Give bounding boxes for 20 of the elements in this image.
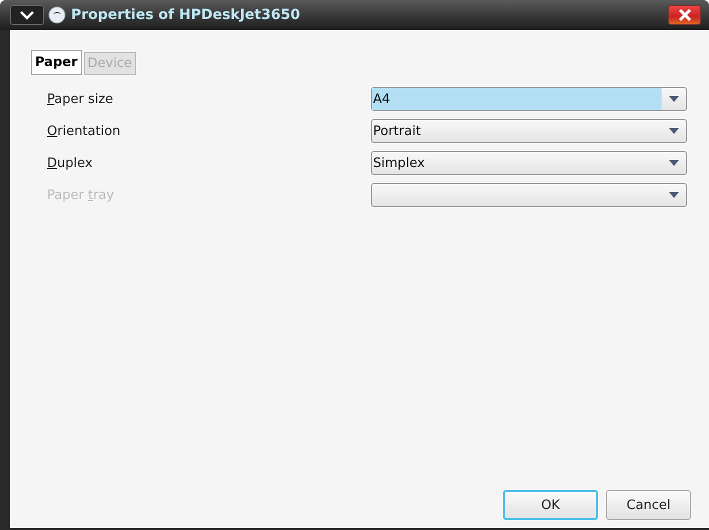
dropdown-arrow-icon	[669, 96, 679, 102]
close-button[interactable]	[668, 5, 701, 25]
dropdown[interactable]: Simplex	[371, 151, 687, 175]
field-label: Paper tray	[47, 188, 114, 202]
tab[interactable]: Paper	[31, 50, 82, 75]
dropdown-arrow-icon	[669, 192, 679, 198]
dropdown[interactable]: Portrait	[371, 119, 687, 143]
field-label: Paper size	[47, 92, 114, 106]
window-menu-button[interactable]	[10, 5, 44, 25]
close-icon	[678, 9, 692, 21]
dropdown-arrow-icon	[669, 160, 679, 166]
window-title: Properties of HPDeskJet3650	[71, 7, 302, 23]
field-label: Orientation	[47, 124, 120, 138]
cancel-button[interactable]: Cancel	[606, 490, 691, 520]
ok-button[interactable]: OK	[503, 490, 598, 520]
chevron-down-icon	[20, 10, 34, 20]
field-label: Duplex	[47, 156, 93, 170]
dropdown[interactable]: A4	[371, 87, 687, 111]
app-icon	[48, 6, 66, 24]
dropdown-arrow-icon	[669, 128, 679, 134]
